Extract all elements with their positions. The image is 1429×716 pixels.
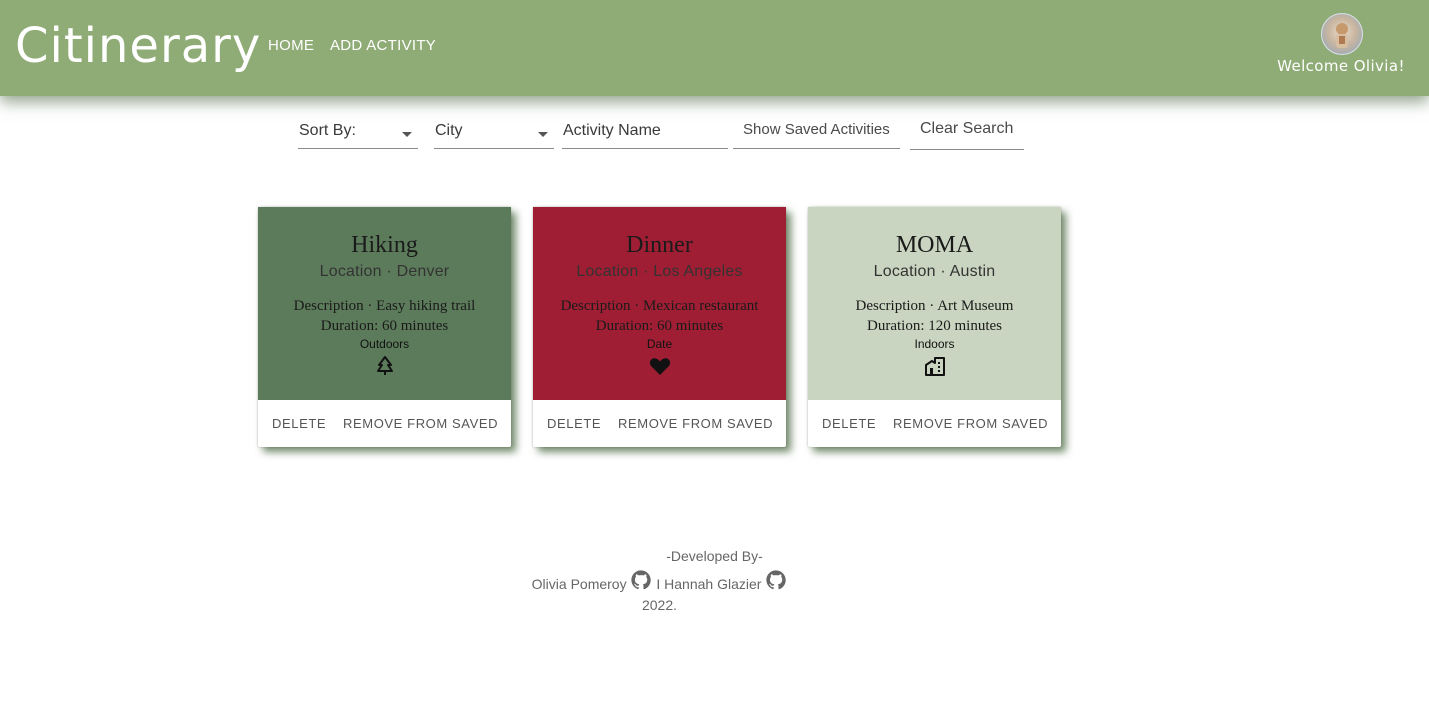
card-title: MOMA xyxy=(895,232,974,258)
chevron-down-icon xyxy=(402,132,412,137)
github-icon[interactable] xyxy=(765,569,787,591)
activity-card: Dinner Location · Los Angeles Descriptio… xyxy=(533,207,786,447)
location-value: Los Angeles xyxy=(653,263,743,280)
welcome-message: Welcome Olivia! xyxy=(1277,57,1405,75)
show-saved-label: Show Saved Activities xyxy=(743,121,890,138)
card-category: Outdoors xyxy=(359,337,410,351)
app-header: Citinerary HOME ADD ACTIVITY Welcome Oli… xyxy=(0,0,1429,96)
activity-card: Hiking Location · Denver Description · E… xyxy=(258,207,511,447)
card-duration: Duration: 60 minutes xyxy=(595,318,724,334)
footer-separator: I xyxy=(656,576,661,592)
clear-search-label: Clear Search xyxy=(920,120,1014,137)
delete-button[interactable]: DELETE xyxy=(272,416,326,432)
card-duration: Duration: 120 minutes xyxy=(867,318,1002,334)
clear-search-button[interactable]: Clear Search xyxy=(910,113,1024,150)
chevron-down-icon xyxy=(538,132,548,137)
developer-name-2: Hannah Glazier xyxy=(664,576,762,592)
activity-name-placeholder: Activity Name xyxy=(563,122,661,139)
city-label: City xyxy=(435,122,463,139)
show-saved-activities-button[interactable]: Show Saved Activities xyxy=(733,112,900,149)
card-actions: DELETE REMOVE FROM SAVED xyxy=(533,400,786,447)
card-actions: DELETE REMOVE FROM SAVED xyxy=(258,400,511,447)
avatar[interactable] xyxy=(1321,13,1363,55)
description-label: Description xyxy=(293,298,364,314)
description-value: Easy hiking trail xyxy=(376,298,476,314)
description-label: Description xyxy=(855,298,926,314)
card-actions: DELETE REMOVE FROM SAVED xyxy=(808,400,1061,447)
location-label: Location xyxy=(319,263,382,280)
location-label: Location xyxy=(873,263,936,280)
brand-logo[interactable]: Citinerary xyxy=(15,16,261,76)
nav-home-link[interactable]: HOME xyxy=(268,37,314,55)
location-label: Location xyxy=(576,263,639,280)
avatar-image xyxy=(1336,23,1348,48)
remove-from-saved-button[interactable]: REMOVE FROM SAVED xyxy=(618,416,773,432)
footer-developed-by: -Developed By- xyxy=(666,548,763,564)
activity-card: MOMA Location · Austin Description · Art… xyxy=(808,207,1061,447)
card-category: Date xyxy=(646,337,673,351)
heart-icon xyxy=(649,358,670,375)
card-description: Description · Easy hiking trail xyxy=(293,298,476,314)
city-select[interactable]: City xyxy=(434,112,554,149)
sort-by-select[interactable]: Sort By: xyxy=(298,112,418,149)
card-content: Hiking Location · Denver Description · E… xyxy=(258,207,511,400)
remove-from-saved-button[interactable]: REMOVE FROM SAVED xyxy=(343,416,498,432)
card-location: Location · Denver xyxy=(319,263,450,280)
card-location: Location · Austin xyxy=(873,263,996,280)
card-description: Description · Mexican restaurant xyxy=(560,298,759,314)
card-duration: Duration: 60 minutes xyxy=(320,318,449,334)
building-icon xyxy=(924,357,945,376)
location-value: Denver xyxy=(396,263,450,280)
card-description: Description · Art Museum xyxy=(855,298,1014,314)
card-content: MOMA Location · Austin Description · Art… xyxy=(808,207,1061,400)
nav-add-activity-link[interactable]: ADD ACTIVITY xyxy=(330,37,436,55)
card-title: Hiking xyxy=(351,232,418,258)
footer-year: 2022. xyxy=(641,597,678,613)
card-category: Indoors xyxy=(914,337,955,351)
activity-name-input[interactable]: Activity Name xyxy=(562,112,728,149)
tree-icon xyxy=(376,356,393,375)
location-value: Austin xyxy=(949,263,996,280)
description-label: Description xyxy=(560,298,631,314)
remove-from-saved-button[interactable]: REMOVE FROM SAVED xyxy=(893,416,1048,432)
delete-button[interactable]: DELETE xyxy=(547,416,601,432)
description-value: Art Museum xyxy=(937,298,1014,314)
card-content: Dinner Location · Los Angeles Descriptio… xyxy=(533,207,786,400)
footer-developers: Olivia Pomeroy I Hannah Glazier xyxy=(0,569,1374,592)
card-title: Dinner xyxy=(626,232,693,258)
developer-name-1: Olivia Pomeroy xyxy=(531,576,627,592)
github-icon[interactable] xyxy=(630,569,652,591)
delete-button[interactable]: DELETE xyxy=(822,416,876,432)
sort-by-label: Sort By: xyxy=(299,122,356,139)
description-value: Mexican restaurant xyxy=(643,298,759,314)
card-location: Location · Los Angeles xyxy=(576,263,743,280)
